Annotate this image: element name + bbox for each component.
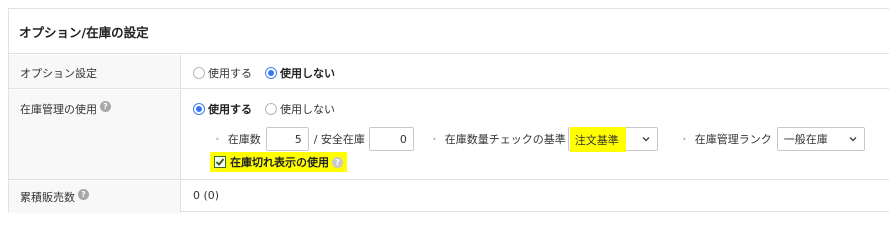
stock-quantity-input[interactable] xyxy=(265,127,309,151)
option-setting-value-cell: 使用する 使用しない xyxy=(181,55,889,88)
option-setting-radio-group: 使用する 使用しない xyxy=(193,65,348,81)
option-setting-label-cell: オプション設定 xyxy=(9,55,181,88)
option-setting-row: オプション設定 使用する 使用しない xyxy=(9,55,889,89)
help-icon[interactable]: ? xyxy=(78,189,89,200)
inventory-settings-panel: オプション/在庫の設定 オプション設定 使用する 使用しない 在庫管理の使用 ? xyxy=(8,8,889,213)
inventory-use-label: 使用する xyxy=(208,103,252,116)
option-setting-use-label: 使用する xyxy=(208,67,252,80)
radio-checked-icon xyxy=(193,103,205,115)
stock-rank-field: • 在庫管理ランク 一般在庫 xyxy=(682,127,865,151)
stock-check-basis-value: 注文基準 xyxy=(569,126,626,152)
stock-quantity-field: • 在庫数 / 安全在庫 xyxy=(215,127,414,151)
option-setting-not-use-radio[interactable]: 使用しない xyxy=(265,65,335,81)
inventory-not-use-radio[interactable]: 使用しない xyxy=(265,101,335,117)
cumulative-sales-value: 0 (0) xyxy=(193,189,220,202)
check-icon xyxy=(215,158,225,166)
stock-check-basis-label: 在庫数量チェックの基準 xyxy=(444,133,566,146)
inventory-management-row: 在庫管理の使用 ? 使用する 使用しない • 在庫数 / 安全在庫 xyxy=(9,90,889,180)
chevron-down-icon xyxy=(849,137,857,142)
safety-stock-input[interactable] xyxy=(368,127,414,151)
option-setting-label: オプション設定 xyxy=(20,67,97,80)
stock-rank-label: 在庫管理ランク xyxy=(694,133,772,146)
safety-stock-label: / 安全在庫 xyxy=(313,133,365,146)
option-setting-not-use-label: 使用しない xyxy=(280,67,335,80)
out-of-stock-display-field[interactable]: 在庫切れ表示の使用 ? xyxy=(210,152,347,172)
radio-checked-icon xyxy=(265,67,277,79)
inventory-management-label-cell: 在庫管理の使用 ? xyxy=(9,90,181,179)
help-icon[interactable]: ? xyxy=(100,101,111,112)
chevron-down-icon xyxy=(642,137,650,142)
stock-rank-value: 一般在庫 xyxy=(783,133,828,146)
bullet-icon: • xyxy=(432,134,437,144)
out-of-stock-checkbox[interactable] xyxy=(214,156,226,168)
bullet-icon: • xyxy=(215,134,220,144)
panel-title: オプション/在庫の設定 xyxy=(9,9,889,54)
radio-unchecked-icon xyxy=(193,67,205,79)
inventory-radio-group: 使用する 使用しない xyxy=(193,101,348,117)
cumulative-sales-value-cell: 0 (0) xyxy=(181,181,889,213)
radio-unchecked-icon xyxy=(265,103,277,115)
bullet-icon: • xyxy=(682,134,687,144)
stock-check-basis-field: • 在庫数量チェックの基準 注文基準 xyxy=(432,126,658,152)
out-of-stock-label: 在庫切れ表示の使用 xyxy=(230,156,329,169)
stock-quantity-label: 在庫数 xyxy=(227,133,261,146)
cumulative-sales-row: 累積販売数 ? 0 (0) xyxy=(9,181,889,213)
stock-rank-select[interactable]: 一般在庫 xyxy=(776,127,865,151)
cumulative-sales-label-cell: 累積販売数 ? xyxy=(9,181,181,213)
stock-check-basis-select[interactable]: 注文基準 xyxy=(567,126,658,152)
option-setting-use-radio[interactable]: 使用する xyxy=(193,65,252,81)
inventory-management-value-cell: 使用する 使用しない • 在庫数 / 安全在庫 • 在庫数量チェックの基準 xyxy=(181,90,889,179)
help-icon[interactable]: ? xyxy=(332,156,343,168)
inventory-not-use-label: 使用しない xyxy=(280,103,335,116)
inventory-use-radio[interactable]: 使用する xyxy=(193,101,252,117)
cumulative-sales-label: 累積販売数 xyxy=(20,191,75,204)
inventory-management-label: 在庫管理の使用 xyxy=(20,103,97,116)
